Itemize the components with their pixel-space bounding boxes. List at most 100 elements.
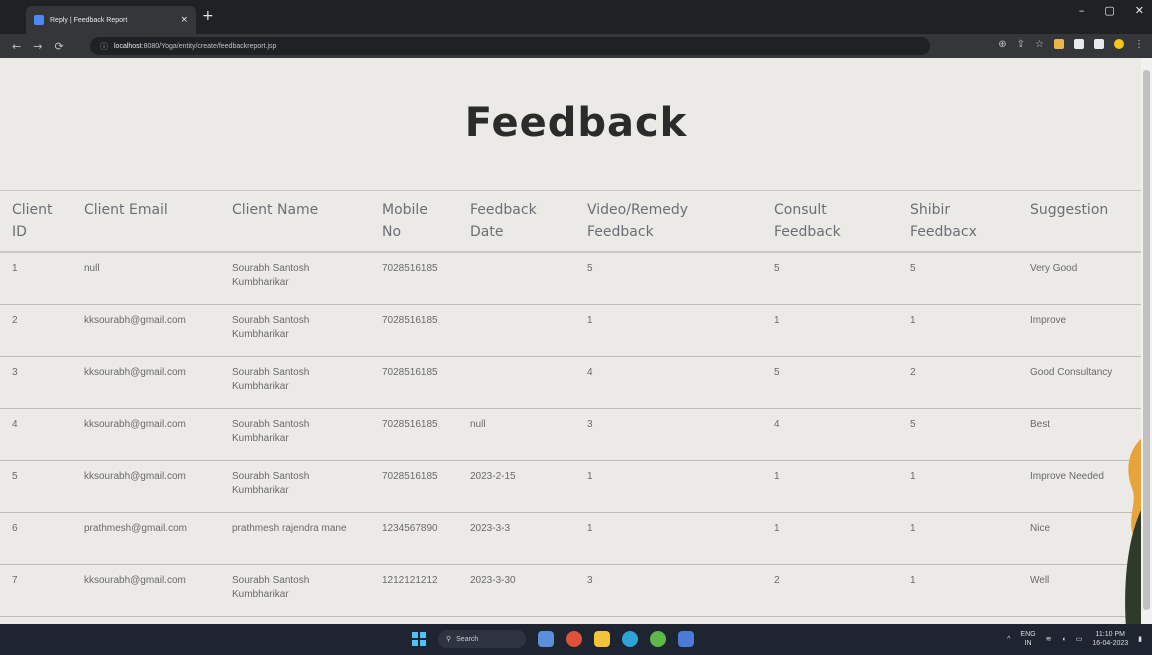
- cell-mobile: 7028516185: [372, 408, 460, 461]
- maximize-button[interactable]: ▢: [1104, 4, 1114, 17]
- plant-decoration-image: [1125, 438, 1141, 624]
- cell-video-feedback: 3: [577, 408, 764, 461]
- header-client-id-line1: Client: [12, 202, 53, 218]
- browser-tab[interactable]: Reply | Feedback Report ×: [26, 6, 196, 34]
- table-header-row: Client ID Client Email Client Name Mobile…: [0, 190, 1141, 253]
- cell-consult-feedback: 5: [764, 252, 900, 305]
- cell-consult-feedback: 1: [764, 460, 900, 513]
- header-mobile-line1: Mobile: [382, 202, 428, 218]
- header-client-id-line2: ID: [12, 224, 27, 240]
- taskbar-search[interactable]: ⚲ Search: [438, 630, 526, 648]
- app-icon-red[interactable]: [566, 631, 582, 647]
- url-path: :8080/Yoga/entity/create/feedbackreport.…: [141, 42, 277, 50]
- minimize-button[interactable]: –: [1079, 4, 1085, 17]
- tab-title: Reply | Feedback Report: [50, 16, 128, 24]
- cell-mobile: 7028516185: [372, 304, 460, 357]
- battery-icon[interactable]: ▭: [1076, 635, 1083, 643]
- info-icon[interactable]: ⓘ: [100, 41, 108, 52]
- profile-avatar[interactable]: [1114, 39, 1124, 49]
- menu-kebab-icon[interactable]: ⋮: [1134, 39, 1144, 50]
- close-window-button[interactable]: ✕: [1135, 4, 1144, 17]
- vertical-scrollbar[interactable]: [1141, 58, 1152, 624]
- header-video-feedback-line2: Feedback: [587, 224, 654, 240]
- windows-start-icon[interactable]: [412, 632, 426, 646]
- feedback-table: Client ID Client Email Client Name Mobile…: [0, 190, 1141, 617]
- cell-client-id: 3: [0, 356, 74, 409]
- url-text: localhost:8080/Yoga/entity/create/feedba…: [114, 43, 276, 50]
- cell-client-name: Sourabh Santosh Kumbharikar: [222, 408, 372, 461]
- cell-mobile: 7028516185: [372, 460, 460, 513]
- cell-feedback-date: 2023-3-3: [460, 512, 577, 565]
- table-row: 3 kksourabh@gmail.com Sourabh Santosh Ku…: [0, 356, 1141, 409]
- cell-mobile: 1212121212: [372, 564, 460, 617]
- back-arrow-icon[interactable]: ←: [12, 40, 21, 53]
- cell-client-name: Sourabh Santosh Kumbharikar: [222, 564, 372, 617]
- sidebar-icon[interactable]: [1094, 39, 1104, 49]
- notification-icon[interactable]: ▮: [1138, 635, 1142, 643]
- share-icon[interactable]: ⇪: [1017, 39, 1025, 50]
- cell-shibir-feedback: 1: [900, 564, 1020, 617]
- table-row: 6 prathmesh@gmail.com prathmesh rajendra…: [0, 512, 1141, 565]
- header-feedback-date-line1: Feedback: [470, 202, 537, 218]
- cell-consult-feedback: 5: [764, 356, 900, 409]
- volume-icon[interactable]: ◖: [1061, 636, 1065, 643]
- header-mobile-line2: No: [382, 224, 402, 240]
- cell-consult-feedback: 4: [764, 408, 900, 461]
- tab-close-icon[interactable]: ×: [180, 15, 188, 25]
- clock-date: 16-04-2023: [1092, 640, 1129, 647]
- file-explorer-icon[interactable]: [594, 631, 610, 647]
- cell-client-id: 4: [0, 408, 74, 461]
- cell-shibir-feedback: 1: [900, 512, 1020, 565]
- extension-icon[interactable]: [1054, 39, 1064, 49]
- cell-feedback-date: [460, 304, 577, 357]
- cell-feedback-date: 2023-3-30: [460, 564, 577, 617]
- cell-mobile: 7028516185: [372, 252, 460, 305]
- system-tray: ^ ENG IN ≋ ◖ ▭ 11:10 PM 16-04-2023 ▮: [1007, 630, 1142, 648]
- address-bar[interactable]: ⓘ localhost:8080/Yoga/entity/create/feed…: [90, 37, 930, 55]
- cell-suggestion: Very Good: [1020, 252, 1141, 305]
- header-feedback-date: Feedback Date: [460, 190, 577, 253]
- scrollbar-thumb[interactable]: [1143, 70, 1150, 610]
- header-video-feedback: Video/Remedy Feedback: [577, 190, 764, 253]
- cell-client-id: 1: [0, 252, 74, 305]
- widgets-icon[interactable]: [538, 631, 554, 647]
- reload-icon[interactable]: ⟳: [54, 40, 63, 53]
- cell-video-feedback: 3: [577, 564, 764, 617]
- header-client-email: Client Email: [74, 190, 222, 253]
- table-row: 5 kksourabh@gmail.com Sourabh Santosh Ku…: [0, 460, 1141, 513]
- language-top: ENG: [1020, 631, 1036, 638]
- toolbar-icons: ⊕ ⇪ ☆ ⋮: [998, 39, 1144, 50]
- url-host: localhost: [114, 42, 142, 50]
- cell-client-name: prathmesh rajendra mane: [222, 512, 372, 565]
- language-indicator[interactable]: ENG IN: [1020, 630, 1035, 648]
- page-title: Feedback: [464, 100, 688, 146]
- cell-client-email: kksourabh@gmail.com: [74, 564, 222, 617]
- wifi-icon[interactable]: ≋: [1046, 635, 1052, 643]
- header-shibir-feedback-line1: Shibir: [910, 202, 951, 218]
- header-client-id: Client ID: [0, 190, 74, 253]
- cell-client-id: 2: [0, 304, 74, 357]
- puzzle-icon[interactable]: [1074, 39, 1084, 49]
- cell-video-feedback: 1: [577, 512, 764, 565]
- zoom-icon[interactable]: ⊕: [998, 39, 1006, 50]
- cell-client-name: Sourabh Santosh Kumbharikar: [222, 460, 372, 513]
- chrome-icon[interactable]: [650, 631, 666, 647]
- cell-video-feedback: 5: [577, 252, 764, 305]
- cell-shibir-feedback: 2: [900, 356, 1020, 409]
- bookmark-star-icon[interactable]: ☆: [1035, 39, 1044, 50]
- clock-time: 11:10 PM: [1095, 631, 1125, 638]
- header-shibir-feedback: Shibir Feedbacx: [900, 190, 1020, 253]
- edge-icon[interactable]: [622, 631, 638, 647]
- forward-arrow-icon[interactable]: →: [33, 40, 42, 53]
- app-icon-blue[interactable]: [678, 631, 694, 647]
- cell-client-email: kksourabh@gmail.com: [74, 356, 222, 409]
- chevron-up-icon[interactable]: ^: [1007, 636, 1010, 643]
- cell-feedback-date: null: [460, 408, 577, 461]
- clock[interactable]: 11:10 PM 16-04-2023: [1092, 630, 1128, 648]
- cell-client-id: 7: [0, 564, 74, 617]
- search-placeholder: Search: [456, 635, 479, 643]
- new-tab-button[interactable]: +: [202, 8, 214, 24]
- cell-client-email: kksourabh@gmail.com: [74, 304, 222, 357]
- favicon-icon: [34, 15, 44, 25]
- table-row: 2 kksourabh@gmail.com Sourabh Santosh Ku…: [0, 304, 1141, 357]
